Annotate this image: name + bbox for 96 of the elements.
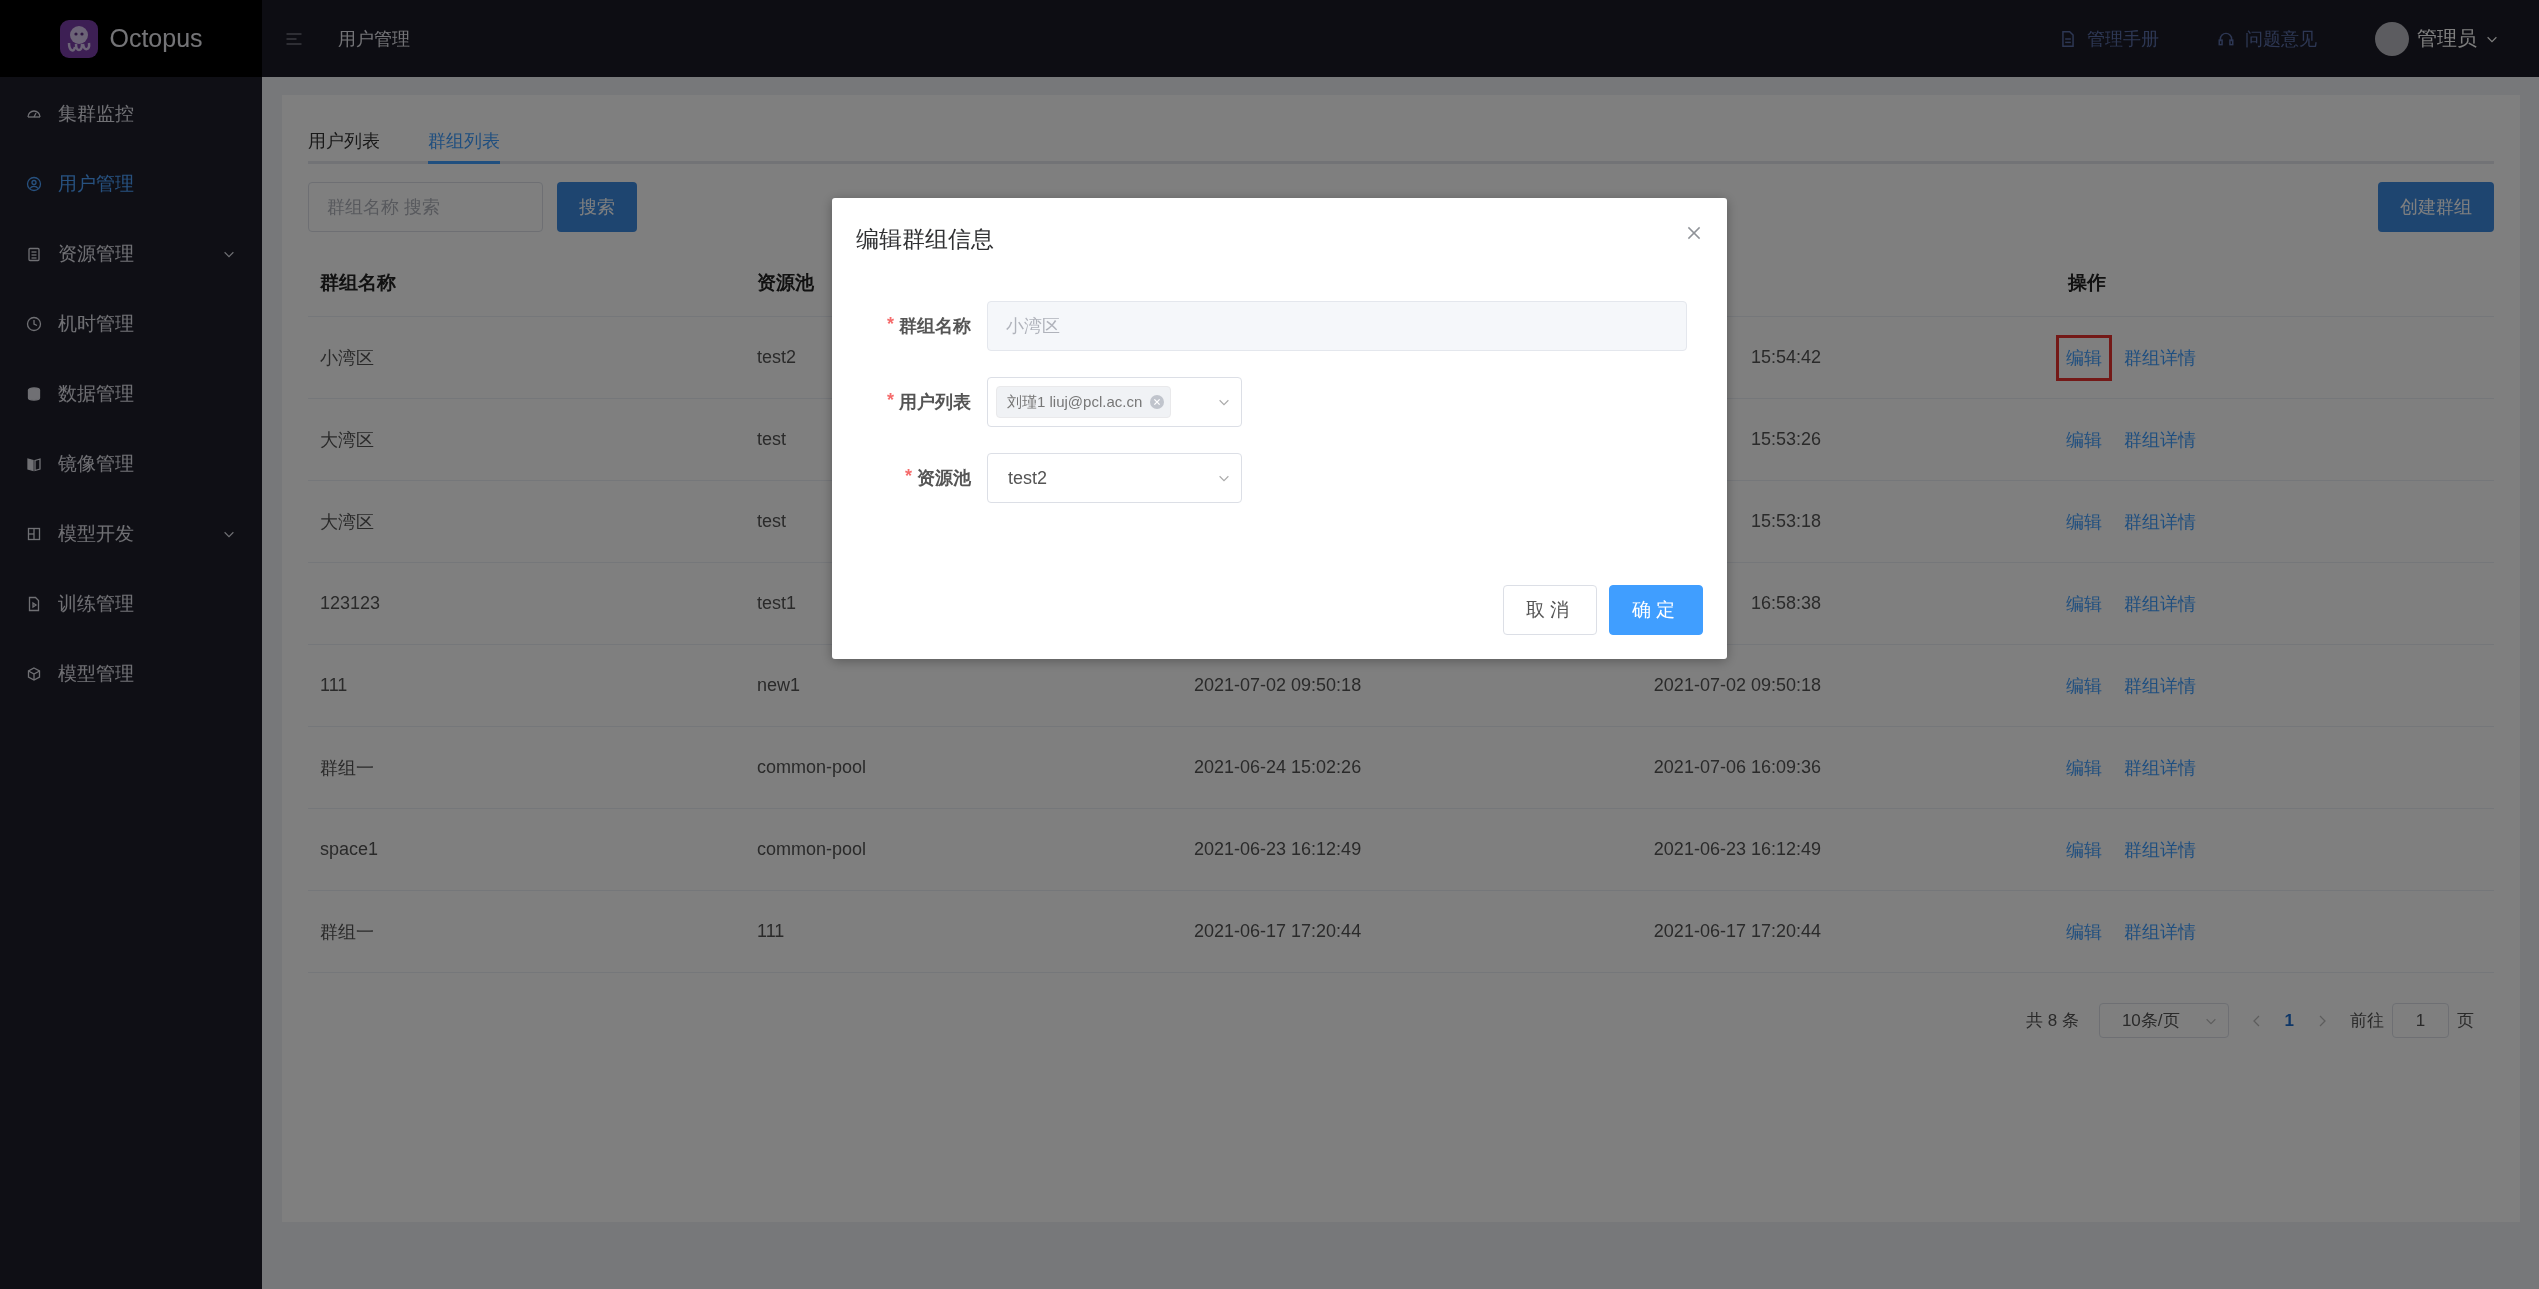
page-size-select[interactable]: 10条/页: [2098, 1003, 2229, 1038]
goto-suffix: 页: [2457, 1010, 2474, 1032]
table-link[interactable]: 群组详情: [2114, 744, 2206, 791]
sidebar-item[interactable]: 资源管理: [0, 219, 262, 289]
column-header: 群组名称: [320, 271, 396, 295]
table-link[interactable]: 群组详情: [2114, 416, 2206, 463]
column-header: 操作: [2068, 271, 2106, 295]
table-link[interactable]: 编辑: [2056, 334, 2112, 381]
octopus-logo-icon: [59, 18, 100, 59]
table-cell: 2021-06-17 17:20:44: [1653, 921, 1821, 942]
document-icon: [2059, 29, 2077, 48]
database-icon: [26, 386, 42, 402]
header-link[interactable]: 管理手册: [2059, 26, 2159, 51]
dialog-title: 编辑群组信息: [856, 225, 994, 254]
table-link[interactable]: 群组详情: [2114, 498, 2206, 545]
table-cell: 2021-06-23 16:12:49: [1653, 839, 1821, 860]
table-cell-text: 群组一: [320, 756, 374, 780]
avatar-icon: [2375, 21, 2409, 56]
table-cell: test1: [757, 593, 797, 614]
pool-select[interactable]: test2: [987, 453, 1242, 503]
table-cell: common-pool: [757, 757, 867, 778]
breadcrumb: 用户管理: [338, 27, 410, 51]
clipboard-icon: [26, 246, 42, 262]
header-link[interactable]: 问题意见: [2217, 26, 2317, 51]
table-cell: 111: [320, 675, 348, 696]
table-link[interactable]: 编辑: [2056, 662, 2112, 709]
required-mark: *: [887, 390, 894, 412]
table-link[interactable]: 编辑: [2056, 744, 2112, 791]
table-link[interactable]: 群组详情: [2114, 580, 2206, 627]
cube-icon: [26, 666, 42, 682]
grid-icon: [26, 526, 42, 542]
file-icon: [26, 596, 42, 612]
table-link[interactable]: 编辑: [2056, 580, 2112, 627]
table-cell: new1: [757, 675, 801, 696]
table-link[interactable]: 编辑: [2056, 826, 2112, 873]
user-menu[interactable]: 管理员: [2375, 21, 2499, 56]
user-tag[interactable]: 刘瑾1 liuj@pcl.ac.cn: [996, 386, 1172, 418]
table-link[interactable]: 编辑: [2056, 908, 2112, 955]
cancel-button[interactable]: 取消: [1503, 585, 1597, 635]
table-cell: test: [757, 511, 786, 532]
tab[interactable]: 用户列表: [308, 121, 380, 164]
total-count: 共 8 条: [2026, 1010, 2079, 1032]
table-link[interactable]: 群组详情: [2114, 662, 2206, 709]
table-cell: space1: [320, 839, 379, 860]
sidebar-item[interactable]: 数据管理: [0, 359, 262, 429]
table-cell-text: 大湾区: [320, 428, 374, 452]
create-group-button[interactable]: 创建群组: [2378, 182, 2494, 232]
table-link[interactable]: 群组详情: [2114, 826, 2206, 873]
tab[interactable]: 群组列表: [428, 121, 500, 164]
required-mark: *: [887, 314, 894, 336]
search-button[interactable]: 搜索: [557, 182, 637, 232]
table-cell: 2021-07-02 09:50:18: [1653, 675, 1821, 696]
field-label: 资源池: [917, 467, 971, 490]
sidebar-item[interactable]: 用户管理: [0, 149, 262, 219]
table-cell: common-pool: [757, 839, 867, 860]
book-icon: [26, 456, 42, 472]
table-cell: 111: [757, 921, 785, 942]
sidebar-item[interactable]: 机时管理: [0, 289, 262, 359]
sidebar-item[interactable]: 镜像管理: [0, 429, 262, 499]
close-icon: [1685, 224, 1703, 242]
remove-tag-icon[interactable]: [1150, 395, 1165, 409]
table-cell: 123123: [320, 593, 381, 614]
table-cell: 2021-07-02 09:50:18: [1194, 675, 1362, 696]
page-number[interactable]: 1: [2284, 1010, 2294, 1031]
table-cell: 2021-07-06 16:09:36: [1653, 757, 1821, 778]
column-header: 资源池: [757, 271, 814, 295]
confirm-button[interactable]: 确定: [1609, 585, 1703, 635]
sidebar-item[interactable]: 模型开发: [0, 499, 262, 569]
table-link[interactable]: 群组详情: [2114, 908, 2206, 955]
required-mark: *: [905, 466, 912, 488]
table-cell: 2021-06-24 15:02:26: [1194, 757, 1362, 778]
table-cell-text: 群组一: [320, 920, 374, 944]
sidebar-item[interactable]: 模型管理: [0, 639, 262, 709]
clock-icon: [26, 316, 42, 332]
user-select[interactable]: 刘瑾1 liuj@pcl.ac.cn: [987, 377, 1242, 427]
field-label: 用户列表: [899, 391, 971, 414]
goto-page-field[interactable]: 1: [2392, 1003, 2449, 1038]
sidebar-item[interactable]: 训练管理: [0, 569, 262, 639]
table-cell: 2021-06-23 16:12:49: [1194, 839, 1362, 860]
table-cell-text: 大湾区: [320, 510, 374, 534]
table-cell: 16:58:38: [1750, 593, 1821, 614]
goto-label: 前往: [2350, 1010, 2384, 1032]
table-cell: 15:53:18: [1750, 511, 1821, 532]
table-cell: 2021-06-17 17:20:44: [1194, 921, 1362, 942]
table-link[interactable]: 群组详情: [2114, 334, 2206, 381]
table-link[interactable]: 编辑: [2056, 416, 2112, 463]
table-cell: test: [757, 429, 786, 450]
field-label: 群组名称: [899, 315, 971, 338]
table-cell: 15:54:42: [1750, 347, 1821, 368]
table-cell-text: 小湾区: [320, 346, 374, 370]
table-cell: test2: [757, 347, 797, 368]
table-link[interactable]: 编辑: [2056, 498, 2112, 545]
table-cell: 15:53:26: [1750, 429, 1821, 450]
user-icon: [26, 176, 42, 192]
sidebar-item[interactable]: 集群监控: [0, 79, 262, 149]
brand-name: Octopus: [109, 24, 203, 53]
